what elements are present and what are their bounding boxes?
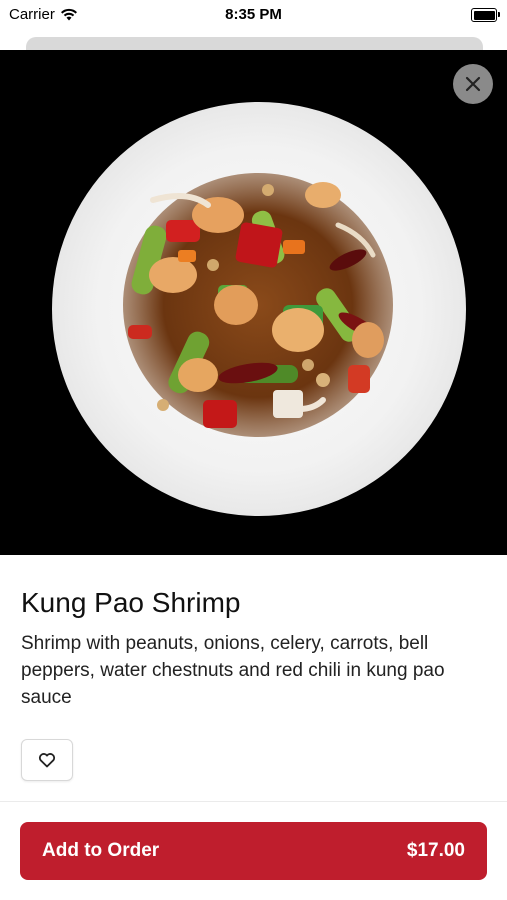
favorite-button[interactable] (21, 739, 73, 781)
dish-photo (0, 50, 507, 555)
item-details: Kung Pao Shrimp Shrimp with peanuts, oni… (0, 555, 507, 900)
status-time: 8:35 PM (225, 6, 282, 23)
close-icon (465, 76, 481, 92)
dish-image (123, 173, 393, 437)
add-to-order-button[interactable]: Add to Order $17.00 (20, 822, 487, 880)
sheet-behind-edge (26, 37, 483, 50)
battery-icon (471, 8, 500, 22)
item-description: Shrimp with peanuts, onions, celery, car… (21, 633, 445, 708)
item-title: Kung Pao Shrimp (21, 587, 241, 618)
add-to-order-label: Add to Order (42, 840, 160, 861)
divider (0, 801, 507, 802)
close-button[interactable] (453, 64, 493, 104)
sheet-stack-background (0, 30, 507, 50)
status-bar: Carrier 8:35 PM (0, 0, 507, 30)
item-price: $17.00 (406, 840, 465, 861)
heart-outline-icon (39, 753, 55, 768)
